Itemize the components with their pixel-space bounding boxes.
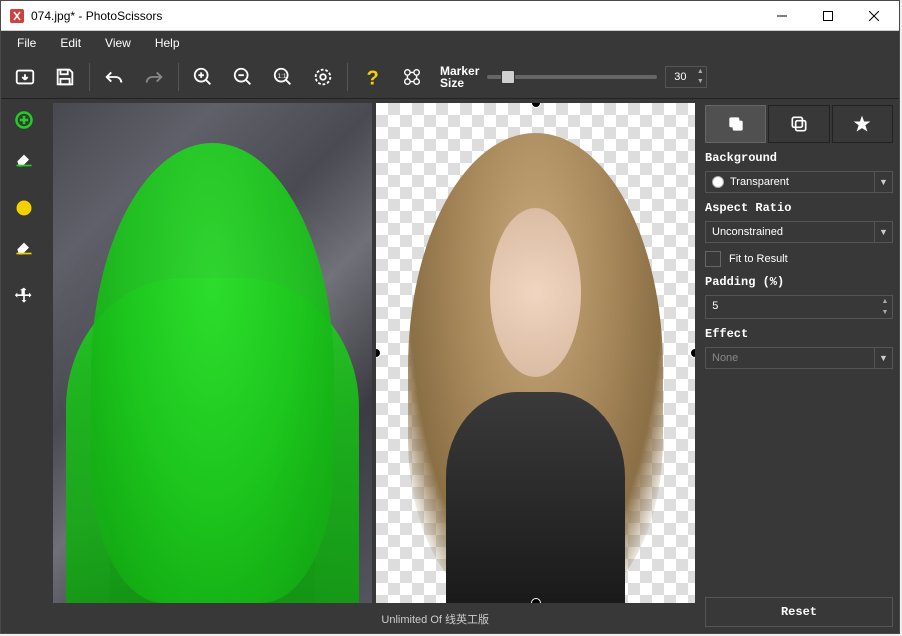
background-dropdown[interactable]: Transparent ▼ <box>705 171 893 193</box>
app-icon <box>9 8 25 24</box>
move-tool-button[interactable] <box>5 279 43 313</box>
canvas-area: Unlimited Of 线英工版 <box>49 99 699 633</box>
zoom-out-button[interactable] <box>225 59 261 95</box>
minimize-button[interactable] <box>759 2 805 30</box>
reset-button[interactable]: Reset <box>705 597 893 627</box>
crop-handle-bottom[interactable] <box>531 598 541 603</box>
tab-background[interactable] <box>705 105 766 143</box>
marker-size-slider[interactable] <box>487 75 657 79</box>
undo-button[interactable] <box>96 59 132 95</box>
svg-text:?: ? <box>367 67 379 88</box>
status-text: Unlimited Of 线英工版 <box>381 611 489 627</box>
padding-down[interactable]: ▼ <box>878 307 892 318</box>
right-panel: Background Transparent ▼ Aspect Ratio Un… <box>699 99 899 633</box>
padding-field[interactable] <box>706 296 878 318</box>
help-button[interactable]: ? <box>354 59 390 95</box>
transparent-icon <box>712 176 724 188</box>
marker-size-input[interactable]: ▲ ▼ <box>665 66 707 88</box>
erase-foreground-button[interactable] <box>5 141 43 175</box>
tab-foreground[interactable] <box>768 105 829 143</box>
menu-view[interactable]: View <box>93 34 143 52</box>
padding-up[interactable]: ▲ <box>878 296 892 307</box>
svg-text:1:1: 1:1 <box>278 72 287 79</box>
menu-edit[interactable]: Edit <box>48 34 93 52</box>
chevron-down-icon[interactable]: ▼ <box>874 222 892 242</box>
open-button[interactable] <box>7 59 43 95</box>
close-button[interactable] <box>851 2 897 30</box>
menu-bar: File Edit View Help <box>1 31 899 55</box>
zoom-fit-button[interactable] <box>305 59 341 95</box>
chevron-down-icon[interactable]: ▼ <box>874 348 892 368</box>
main-toolbar: 1:1 ? Marker Size ▲ ▼ <box>1 55 899 99</box>
mark-foreground-button[interactable] <box>5 103 43 137</box>
marker-size-down[interactable]: ▼ <box>694 77 706 87</box>
marker-size-up[interactable]: ▲ <box>694 67 706 77</box>
window-title: 074.jpg* - PhotoScissors <box>31 9 759 23</box>
source-canvas[interactable] <box>53 103 372 603</box>
tab-effects[interactable] <box>832 105 893 143</box>
zoom-actual-button[interactable]: 1:1 <box>265 59 301 95</box>
settings-button[interactable] <box>394 59 430 95</box>
result-canvas[interactable] <box>376 103 695 603</box>
chevron-down-icon[interactable]: ▼ <box>874 172 892 192</box>
slider-thumb[interactable] <box>501 70 515 84</box>
maximize-button[interactable] <box>805 2 851 30</box>
left-tool-strip <box>1 99 49 633</box>
redo-button[interactable] <box>136 59 172 95</box>
aspect-ratio-dropdown[interactable]: Unconstrained ▼ <box>705 221 893 243</box>
effect-dropdown[interactable]: None ▼ <box>705 347 893 369</box>
padding-label: Padding (%) <box>705 275 893 289</box>
background-label: Background <box>705 151 893 165</box>
fit-to-result-label: Fit to Result <box>729 253 788 265</box>
zoom-in-button[interactable] <box>185 59 221 95</box>
marker-size-field[interactable] <box>666 68 694 86</box>
title-bar: 074.jpg* - PhotoScissors <box>1 1 899 31</box>
crop-handle-right[interactable] <box>690 348 695 358</box>
erase-background-button[interactable] <box>5 229 43 263</box>
menu-file[interactable]: File <box>5 34 48 52</box>
fit-to-result-checkbox[interactable] <box>705 251 721 267</box>
aspect-ratio-label: Aspect Ratio <box>705 201 893 215</box>
save-button[interactable] <box>47 59 83 95</box>
effect-label: Effect <box>705 327 893 341</box>
padding-input[interactable]: ▲ ▼ <box>705 295 893 319</box>
marker-size-label: Marker Size <box>440 65 479 89</box>
mark-background-button[interactable] <box>5 191 43 225</box>
menu-help[interactable]: Help <box>143 34 192 52</box>
